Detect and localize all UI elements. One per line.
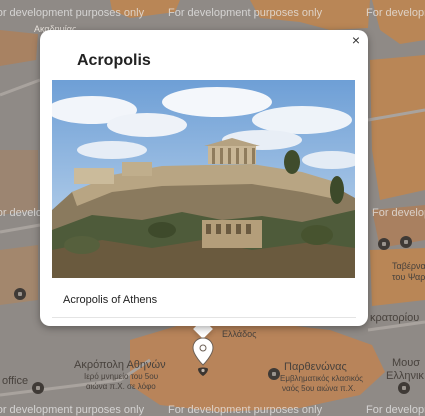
poi-icon[interactable] bbox=[14, 288, 26, 300]
taverna-poi-icon[interactable] bbox=[378, 238, 390, 250]
popup-title: Acropolis bbox=[77, 52, 151, 69]
map-place-label: Μουσ bbox=[392, 357, 421, 369]
acropolis-photo bbox=[52, 80, 355, 278]
map-pin-icon[interactable] bbox=[192, 337, 214, 377]
map-watermark: For development purposes only bbox=[372, 207, 425, 219]
info-window: × Acropolis Acropolis of Athens bbox=[40, 30, 368, 326]
map-place-sublabel: ναός 5ου αιώνα π.Χ. bbox=[282, 384, 356, 393]
popup-caption: Acropolis of Athens bbox=[63, 294, 158, 306]
poi-icon[interactable] bbox=[32, 382, 44, 394]
map-place-label: Ελληνικ bbox=[386, 370, 424, 382]
map-watermark: For development purposes only bbox=[366, 7, 425, 19]
map-place-label-akropoli: Ακρόπολη Αθηνών bbox=[74, 359, 166, 371]
map-place-label: office bbox=[2, 375, 29, 387]
map-place-sublabel: αιώνα π.Χ. σε λόφο bbox=[86, 382, 156, 391]
map-place-label: Ταβέρνα bbox=[392, 261, 425, 271]
map-watermark: For development purposes only bbox=[0, 404, 145, 416]
popup-divider bbox=[52, 317, 356, 318]
map-place-sublabel: Εμβληματικός κλασικός bbox=[280, 374, 364, 383]
map-place-label-parthenon: Παρθενώνας bbox=[284, 361, 347, 373]
map-watermark: For development purposes only bbox=[366, 404, 425, 416]
map-watermark: For development purposes only bbox=[0, 7, 145, 19]
map-place-label: κρατορίου bbox=[370, 312, 420, 324]
poi-icon[interactable] bbox=[400, 236, 412, 248]
parthenon-poi-icon[interactable] bbox=[268, 368, 280, 380]
close-button[interactable]: × bbox=[348, 32, 364, 48]
map-watermark: For development purposes only bbox=[168, 7, 323, 19]
map-place-label: του Ψαρρ bbox=[392, 272, 425, 282]
map-street-label: Ελλάδος bbox=[222, 329, 257, 339]
museum-poi-icon[interactable] bbox=[398, 382, 410, 394]
map-place-sublabel: Ιερό μνημείο του 5ου bbox=[84, 372, 159, 381]
map-watermark: For development purposes only bbox=[168, 404, 323, 416]
